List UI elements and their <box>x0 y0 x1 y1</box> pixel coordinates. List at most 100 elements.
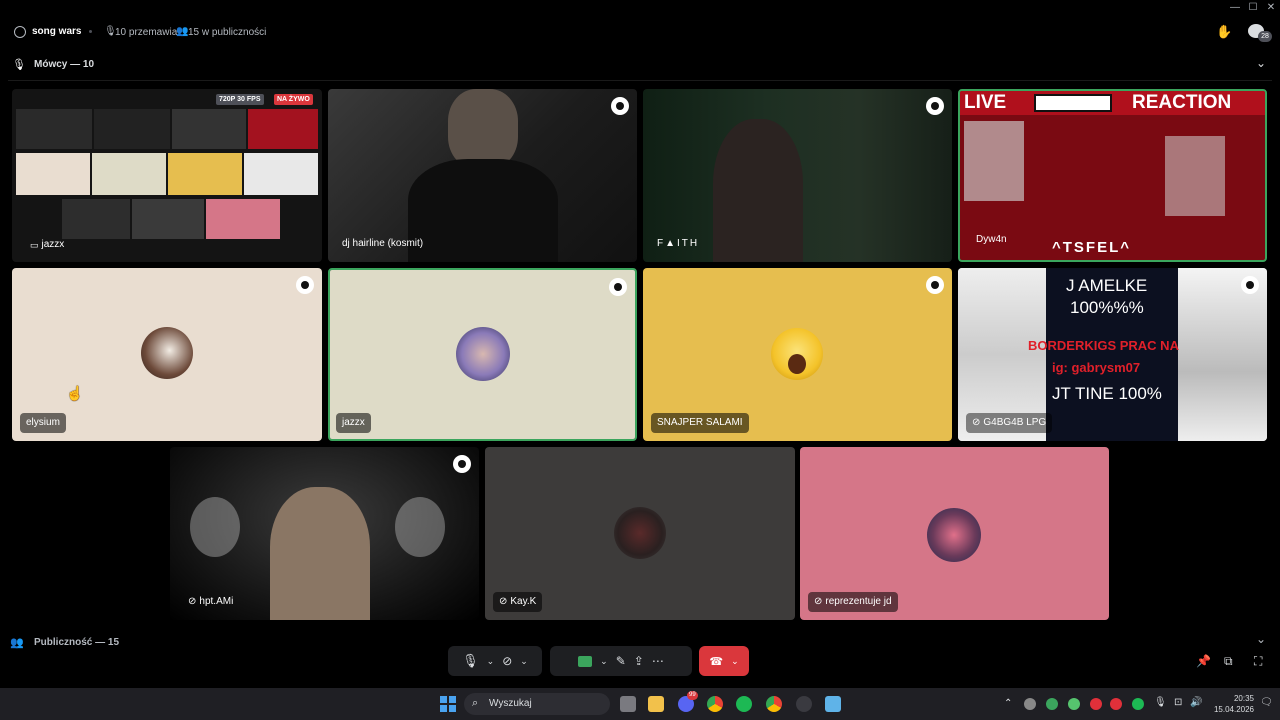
divider <box>8 80 1272 81</box>
more-options-icon[interactable]: ⋯ <box>652 654 664 668</box>
windows-start-icon[interactable] <box>440 696 456 712</box>
avatar <box>771 328 823 380</box>
participant-name: SNAJPER SALAMI <box>657 417 743 428</box>
chrome-profile-icon[interactable] <box>766 696 782 712</box>
collapse-audience-icon[interactable]: ⌄ <box>1256 632 1266 646</box>
windows-taskbar <box>0 688 1280 720</box>
maximize-icon[interactable]: ☐ <box>1246 2 1260 14</box>
participant-name: jazzx <box>41 239 65 250</box>
tray-clock[interactable]: 20:35 15.04.2026 <box>1210 693 1254 715</box>
minimize-icon[interactable]: — <box>1228 2 1242 14</box>
participant-name: elysium <box>26 417 60 428</box>
tray-app-icon[interactable] <box>1110 698 1122 710</box>
tray-app-icon[interactable] <box>1090 698 1102 710</box>
chrome-icon[interactable] <box>707 696 723 712</box>
fullscreen-icon[interactable]: ⛶ <box>1254 654 1262 669</box>
screen-share-button[interactable] <box>578 655 593 667</box>
tile-dj-hairline[interactable]: dj hairline (kosmit) <box>328 89 637 262</box>
video-effect <box>395 497 445 557</box>
tile-dyw4n[interactable]: LIVE REACTION ^TSFEL^ Dyw4n <box>958 89 1267 262</box>
raise-hand-icon[interactable]: ✋ <box>1216 24 1232 40</box>
participant-name: dj hairline (kosmit) <box>342 238 424 249</box>
name-tag: ⊘ hpt.AMi <box>182 592 239 612</box>
tray-spotify-icon[interactable] <box>1132 698 1144 710</box>
spotify-icon[interactable] <box>736 696 752 712</box>
muted-mic-icon: ⊘ <box>499 596 508 607</box>
preview-thumb <box>94 109 170 149</box>
screen-share-options-icon[interactable]: ⌄ <box>600 656 608 667</box>
preview-thumb <box>132 199 204 239</box>
collapse-speakers-icon[interactable]: ⌄ <box>1256 56 1266 70</box>
action-control-group: ⌄ ✎ ⇪ ⋯ <box>550 646 692 676</box>
stage-moderator-icon <box>453 455 471 473</box>
tile-faith[interactable]: F▲ITH <box>643 89 952 262</box>
stage-moderator-icon <box>926 97 944 115</box>
tile-reprezentuje-jd[interactable]: ⊘ reprezentuje jd <box>800 447 1109 620</box>
overlay-text: ig: gabrysm07 <box>1052 360 1141 375</box>
avatar <box>927 508 981 562</box>
camera-options-icon[interactable]: ⌄ <box>520 656 528 667</box>
tile-g4bg4b[interactable]: J AMELKE 100%%% BORDERKIGS PRAC NA ig: g… <box>958 268 1267 441</box>
stage-moderator-icon <box>611 97 629 115</box>
stage-moderator-icon <box>296 276 314 294</box>
tile-elysium[interactable]: ☝ elysium <box>12 268 322 441</box>
overlay-text: 100%%% <box>1070 298 1144 317</box>
tile-kay-k[interactable]: ⊘ Kay.K <box>485 447 795 620</box>
preview-thumb <box>244 153 318 195</box>
notepad-icon[interactable] <box>825 696 841 712</box>
preview-thumb <box>92 153 166 195</box>
audience-header: Publiczność — 15 <box>34 637 120 648</box>
chat-button[interactable]: 28 <box>1248 24 1272 42</box>
disconnect-button[interactable]: ☎ ⌄ <box>699 646 749 676</box>
overlay-text: J AMELKE <box>1066 276 1148 295</box>
speakers-count: 10 przemawia <box>115 27 178 38</box>
emoji-mouth <box>788 354 806 374</box>
tray-app-icon[interactable] <box>1046 698 1058 710</box>
pin-icon[interactable]: 📌 <box>1196 654 1211 668</box>
close-icon[interactable]: ✕ <box>1264 2 1278 14</box>
overlay-live-text: LIVE <box>964 92 1007 113</box>
taskbar-search[interactable]: ⌕ Wyszukaj <box>464 693 610 715</box>
preview-thumb <box>168 153 242 195</box>
cursor-icon: ☝ <box>66 385 84 401</box>
participant-name: F▲ITH <box>657 238 700 249</box>
discord-icon[interactable]: 99 <box>678 691 698 712</box>
tray-chevron-icon[interactable]: ⌃ <box>1004 698 1012 709</box>
disconnect-options-icon[interactable]: ⌄ <box>731 656 739 667</box>
name-tag: F▲ITH <box>651 234 705 254</box>
notification-center-icon[interactable]: 🗨 <box>1260 697 1273 708</box>
discord-badge: 99 <box>687 691 698 700</box>
preview-thumb <box>62 199 130 239</box>
participant-name: G4BG4B LPG <box>983 417 1047 428</box>
volume-icon[interactable]: 🔊 <box>1190 697 1202 708</box>
move-to-audience-button[interactable]: ⇪ <box>634 654 644 668</box>
task-view-icon[interactable] <box>620 696 636 712</box>
name-tag: ⊘ reprezentuje jd <box>808 592 898 612</box>
camera-off-button[interactable]: ⊘ <box>502 654 512 668</box>
overlay-bottom-text: ^TSFEL^ <box>1052 239 1132 256</box>
separator-dot <box>89 30 92 33</box>
file-explorer-icon[interactable] <box>648 696 664 712</box>
preview-thumb <box>206 199 280 239</box>
tile-jazzx-screenshare[interactable]: 720P 30 FPS NA ŻYWO ▭ jazzx <box>12 89 322 262</box>
tile-hpt-ami[interactable]: ⊘ hpt.AMi <box>170 447 479 620</box>
mic-options-icon[interactable]: ⌄ <box>487 656 495 667</box>
app-icon[interactable] <box>796 696 812 712</box>
video-subject <box>713 119 803 262</box>
popout-icon[interactable]: ⧉ <box>1224 654 1233 669</box>
tile-snajper-salami[interactable]: SNAJPER SALAMI <box>643 268 952 441</box>
tray-app-icon[interactable] <box>1068 698 1080 710</box>
preview-thumb <box>172 109 246 149</box>
network-icon[interactable]: ⊡ <box>1174 697 1182 708</box>
audience-count: 15 w publiczności <box>188 27 267 38</box>
tray-mic-icon[interactable]: 🎙 <box>1154 697 1167 708</box>
tile-jazzx[interactable]: jazzx <box>328 268 637 441</box>
name-tag: SNAJPER SALAMI <box>651 413 749 433</box>
name-tag: ⊘ Kay.K <box>493 592 543 612</box>
preview-thumb <box>248 109 318 149</box>
microphone-button[interactable]: 🎙 <box>462 653 479 669</box>
tray-app-icon[interactable] <box>1024 698 1036 710</box>
activities-button[interactable]: ✎ <box>616 654 626 668</box>
overlay-figure <box>1165 136 1225 216</box>
hangup-icon: ☎ <box>709 655 724 668</box>
